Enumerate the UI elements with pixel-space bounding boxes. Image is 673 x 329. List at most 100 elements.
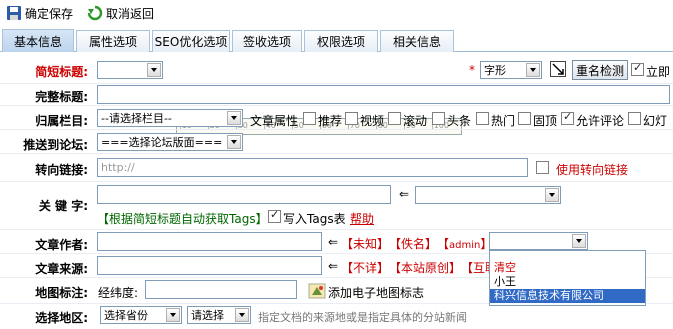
attr-slideshow-checkbox[interactable]: [628, 112, 641, 125]
back-icon: [87, 5, 103, 21]
cancel-label: 取消返回: [106, 6, 155, 21]
write-tags-checkbox[interactable]: [268, 208, 281, 223]
recheck-button[interactable]: 重名检测: [572, 60, 628, 80]
author-unknown-link[interactable]: 【未知】: [341, 235, 389, 252]
author-admin-link[interactable]: 【admin】: [437, 235, 492, 252]
tab-attributes[interactable]: 属性选项: [76, 30, 150, 52]
chevron-down-icon: [166, 308, 180, 322]
row-category: 归属栏目: --请选择栏目-- 文章属性 推荐 视频 滚动 头条 热门 固顶 允…: [0, 106, 673, 130]
redirect-label: 转向链接:: [35, 163, 88, 177]
tab-signoff[interactable]: 签收选项: [232, 30, 302, 52]
tab-related[interactable]: 相关信息: [380, 30, 454, 52]
attr-slideshow-label: 幻灯: [643, 114, 668, 128]
author-anonymous-link[interactable]: 【佚名】: [389, 235, 437, 252]
use-redirect-label: 使用转向链接: [556, 163, 629, 177]
province-value: 选择省份: [104, 309, 148, 322]
chevron-down-icon: [227, 135, 241, 149]
province-select[interactable]: 选择省份: [100, 306, 182, 324]
category-select[interactable]: --请选择栏目--: [97, 109, 243, 127]
row-short-title: 简短标题: |10 |20 |30 |40 |50 |60 |70 |80 |9…: [0, 56, 673, 135]
author-arrow: ⇐: [328, 235, 339, 249]
source-input[interactable]: [97, 256, 322, 275]
tab-bar: 基本信息 属性选项 SEO优化选项 签收选项 权限选项 相关信息: [0, 28, 673, 52]
auto-tags-link[interactable]: 【根据简短标题自动获取Tags】: [97, 210, 268, 227]
source-arrow: ⇐: [328, 259, 339, 273]
lonlat-label: 经纬度:: [98, 286, 139, 300]
save-icon: [6, 5, 22, 21]
resize-icon[interactable]: [550, 61, 566, 77]
city-select[interactable]: 请选择: [187, 306, 251, 324]
attr-pinned-label: 固顶: [533, 114, 558, 128]
font-style-select[interactable]: 字形: [480, 61, 542, 79]
city-value: 请选择: [191, 309, 224, 322]
article-attr-label: 文章属性: [250, 114, 299, 128]
keywords-label: 关 键 字:: [38, 199, 88, 213]
region-label: 选择地区:: [35, 311, 88, 325]
help-link[interactable]: 帮助: [350, 210, 374, 227]
admin-text: admin: [449, 240, 481, 251]
keywords-input[interactable]: [97, 185, 391, 204]
author-select[interactable]: [489, 232, 588, 250]
toolbar: 确定保存 取消返回: [0, 0, 673, 26]
short-title-label: 简短标题:: [35, 65, 88, 79]
attr-scroll-label: 滚动: [403, 114, 428, 128]
dropdown-spacer: [490, 251, 645, 261]
keywords-select[interactable]: [415, 186, 561, 204]
attr-hot-label: 热门: [491, 114, 516, 128]
redirect-input[interactable]: http://: [97, 158, 528, 177]
bracket: 【: [437, 237, 450, 251]
map-marker-icon[interactable]: [308, 282, 326, 300]
source-unknown-link[interactable]: 【不详】: [341, 259, 389, 276]
source-internet-link[interactable]: 【互联: [461, 259, 489, 276]
save-button[interactable]: 确定保存: [6, 5, 73, 22]
row-redirect: 转向链接: http:// 使用转向链接: [0, 154, 673, 182]
attr-scroll-checkbox[interactable]: [388, 112, 401, 125]
forum-select[interactable]: ===选择论坛版面===: [97, 133, 243, 151]
attr-headline-checkbox[interactable]: [432, 112, 445, 125]
full-title-input[interactable]: [97, 85, 670, 104]
chevron-down-icon: [526, 63, 540, 77]
category-label: 归属栏目:: [35, 114, 88, 128]
attr-comments-label: 允许评论: [576, 114, 625, 128]
attr-video-label: 视频: [360, 114, 385, 128]
author-dropdown-list: 清空 小王 科兴信息技术有限公司: [489, 250, 646, 306]
tab-basic-info[interactable]: 基本信息: [2, 29, 74, 52]
source-original-link[interactable]: 【本站原创】: [389, 259, 461, 276]
attr-hot-checkbox[interactable]: [476, 112, 489, 125]
row-keywords: 关 键 字: ⇐ 【根据简短标题自动获取Tags】 写入Tags表 帮助: [0, 182, 673, 230]
dropdown-option-selected[interactable]: 科兴信息技术有限公司: [490, 289, 645, 303]
map-label: 地图标注:: [35, 286, 88, 300]
attr-video-checkbox[interactable]: [345, 112, 358, 125]
chevron-down-icon: [545, 188, 559, 202]
author-label: 文章作者:: [35, 238, 88, 252]
attr-pinned-checkbox[interactable]: [518, 112, 531, 125]
save-label: 确定保存: [25, 6, 74, 21]
immediate-checkbox[interactable]: [631, 61, 644, 76]
attr-recommend-label: 推荐: [318, 114, 343, 128]
category-value: --请选择栏目--: [101, 112, 172, 125]
row-forum: 推送到论坛: ===选择论坛版面===: [0, 130, 673, 154]
tab-permissions[interactable]: 权限选项: [304, 30, 378, 52]
row-full-title: 完整标题:: [0, 84, 673, 106]
required-star: *: [469, 63, 475, 77]
title-color-select[interactable]: [97, 61, 163, 79]
chevron-down-icon: [147, 63, 161, 77]
author-input[interactable]: [97, 232, 322, 251]
full-title-label: 完整标题:: [35, 90, 88, 104]
cancel-button[interactable]: 取消返回: [87, 5, 154, 22]
forum-label: 推送到论坛:: [23, 138, 88, 152]
dropdown-option-clear[interactable]: 清空: [490, 261, 645, 275]
write-tags-label: 写入Tags表: [283, 212, 346, 226]
immediate-label: 立即: [646, 65, 671, 79]
tab-seo[interactable]: SEO优化选项: [152, 30, 230, 52]
use-redirect-checkbox[interactable]: [536, 161, 549, 174]
lonlat-input[interactable]: [145, 280, 297, 299]
attr-recommend-checkbox[interactable]: [303, 112, 316, 125]
add-map-link[interactable]: 添加电子地图标志: [328, 284, 424, 301]
chevron-down-icon: [227, 111, 241, 125]
keywords-arrow: ⇐: [399, 187, 410, 201]
attr-comments-checkbox[interactable]: [561, 110, 574, 125]
font-style-value: 字形: [484, 64, 506, 77]
dropdown-option[interactable]: 小王: [490, 275, 645, 289]
chevron-down-icon: [235, 308, 249, 322]
